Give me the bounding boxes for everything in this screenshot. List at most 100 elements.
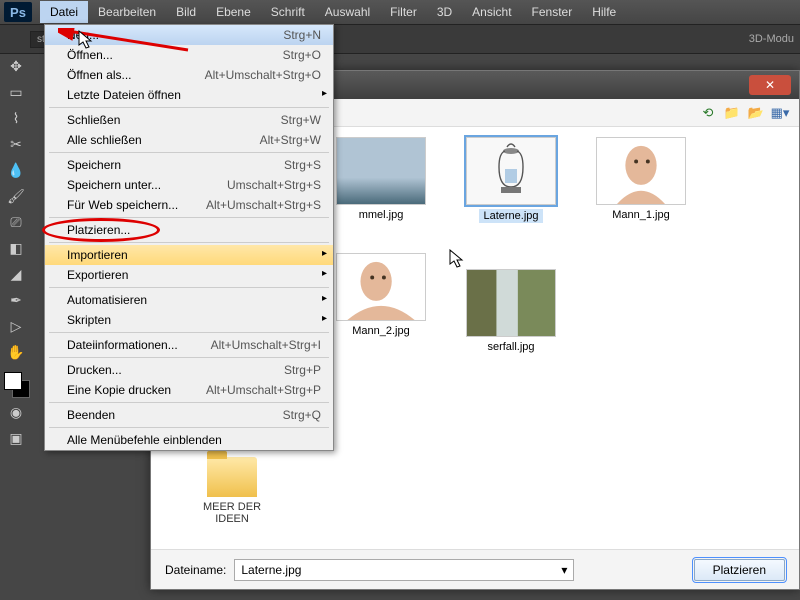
dialog-bottom-bar: Dateiname: Laterne.jpg ▾ Platzieren	[151, 549, 799, 589]
menu-fuer-web-label: Für Web speichern...	[67, 198, 178, 212]
menu-skripten-label: Skripten	[67, 313, 111, 327]
menu-kopie-drucken-label: Eine Kopie drucken	[67, 383, 171, 397]
menu-drucken[interactable]: Drucken... Strg+P	[45, 360, 333, 380]
file-thumbnails: mmel.jpg Laterne.jpg Mann_1.jpg Mann_2.j…	[331, 137, 789, 353]
menu-separator	[49, 427, 329, 428]
menu-ebene[interactable]: Ebene	[206, 1, 261, 23]
menu-schrift[interactable]: Schrift	[261, 1, 315, 23]
menu-kopie-drucken-shortcut: Alt+Umschalt+Strg+P	[206, 383, 321, 397]
path-select-tool-icon[interactable]: ▷	[2, 314, 30, 338]
menu-beenden[interactable]: Beenden Strg+Q	[45, 405, 333, 425]
thumb-mann2-label: Mann_2.jpg	[352, 325, 410, 337]
menu-automatisieren[interactable]: Automatisieren	[45, 290, 333, 310]
thumb-mann1-icon	[596, 137, 686, 205]
menu-separator	[49, 332, 329, 333]
left-tools: ✥ ▭ ⌇ ✂ 💧 🖌 ⎚ ◧ ◢ ✒ ▷ ✋ ◉ ▣	[2, 54, 34, 450]
viewmode-icon[interactable]: ▦▾	[771, 104, 789, 122]
file-himmel[interactable]: mmel.jpg	[331, 137, 431, 223]
menu-separator	[49, 357, 329, 358]
file-laterne[interactable]: Laterne.jpg	[461, 137, 561, 223]
menu-oeffnen-label: Öffnen...	[67, 48, 113, 62]
sidebar-folder-label: MEER DER IDEEN	[187, 501, 277, 525]
menu-fenster[interactable]: Fenster	[522, 1, 583, 23]
menu-drucken-label: Drucken...	[67, 363, 122, 377]
screenmode-icon[interactable]: ▣	[2, 426, 30, 450]
place-button[interactable]: Platzieren	[694, 559, 785, 581]
thumb-himmel-icon	[336, 137, 426, 205]
marquee-tool-icon[interactable]: ▭	[2, 80, 30, 104]
close-button[interactable]: ✕	[749, 75, 791, 95]
menu-separator	[49, 287, 329, 288]
file-wasserfall[interactable]: serfall.jpg	[461, 269, 561, 353]
menu-alle-einblenden-label: Alle Menübefehle einblenden	[67, 433, 222, 447]
menu-schliessen[interactable]: Schließen Strg+W	[45, 110, 333, 130]
menu-oeffnen[interactable]: Öffnen...Strg+O	[45, 45, 333, 65]
menu-speichern-label: Speichern	[67, 158, 121, 172]
menu-alle-schliessen[interactable]: Alle schließenAlt+Strg+W	[45, 130, 333, 150]
menu-speichern[interactable]: SpeichernStrg+S	[45, 155, 333, 175]
app-logo: Ps	[4, 2, 32, 22]
menu-speichern-unter-label: Speichern unter...	[67, 178, 161, 192]
up-icon[interactable]: 📁	[723, 104, 741, 122]
menu-dateiinfo[interactable]: Dateiinformationen...Alt+Umschalt+Strg+I	[45, 335, 333, 355]
mode-3d-label: 3D-Modu	[749, 33, 800, 45]
thumb-himmel-label: mmel.jpg	[359, 209, 404, 221]
menu-oeffnen-als[interactable]: Öffnen als...Alt+Umschalt+Strg+O	[45, 65, 333, 85]
menu-separator	[49, 107, 329, 108]
pen-tool-icon[interactable]: ✒	[2, 288, 30, 312]
brush-tool-icon[interactable]: 🖌	[2, 184, 30, 208]
thumb-laterne-icon	[466, 137, 556, 205]
menu-hilfe[interactable]: Hilfe	[582, 1, 626, 23]
menu-auswahl[interactable]: Auswahl	[315, 1, 380, 23]
menu-ansicht[interactable]: Ansicht	[462, 1, 521, 23]
menu-bearbeiten[interactable]: Bearbeiten	[88, 1, 166, 23]
gradient-tool-icon[interactable]: ◢	[2, 262, 30, 286]
menu-speichern-unter[interactable]: Speichern unter...Umschalt+Strg+S	[45, 175, 333, 195]
lasso-tool-icon[interactable]: ⌇	[2, 106, 30, 130]
close-icon: ✕	[765, 78, 775, 92]
filename-combo[interactable]: Laterne.jpg ▾	[234, 559, 574, 581]
menu-neu[interactable]: Neu...Strg+N	[45, 25, 333, 45]
menu-beenden-shortcut: Strg+Q	[283, 408, 321, 422]
menu-alle-einblenden[interactable]: Alle Menübefehle einblenden	[45, 430, 333, 450]
file-mann1[interactable]: Mann_1.jpg	[591, 137, 691, 223]
menu-platzieren[interactable]: Platzieren...	[45, 220, 333, 240]
menu-skripten[interactable]: Skripten	[45, 310, 333, 330]
quickmask-icon[interactable]: ◉	[2, 400, 30, 424]
menu-datei[interactable]: Datei	[40, 1, 88, 23]
menu-letzte[interactable]: Letzte Dateien öffnen	[45, 85, 333, 105]
menu-filter[interactable]: Filter	[380, 1, 427, 23]
file-mann2[interactable]: Mann_2.jpg	[331, 253, 431, 353]
menu-schliessen-shortcut: Strg+W	[281, 113, 321, 127]
menu-dateiinfo-shortcut: Alt+Umschalt+Strg+I	[211, 338, 321, 352]
menu-fuer-web[interactable]: Für Web speichern...Alt+Umschalt+Strg+S	[45, 195, 333, 215]
hand-tool-icon[interactable]: ✋	[2, 340, 30, 364]
newfolder-icon[interactable]: 📂	[747, 104, 765, 122]
menu-exportieren[interactable]: Exportieren	[45, 265, 333, 285]
thumb-laterne-label: Laterne.jpg	[479, 209, 542, 223]
menu-kopie-drucken[interactable]: Eine Kopie drucken Alt+Umschalt+Strg+P	[45, 380, 333, 400]
menu-separator	[49, 242, 329, 243]
foreground-swatch[interactable]	[4, 372, 22, 390]
menu-separator	[49, 402, 329, 403]
eyedropper-tool-icon[interactable]: 💧	[2, 158, 30, 182]
menu-exportieren-label: Exportieren	[67, 268, 128, 282]
menu-bild[interactable]: Bild	[166, 1, 206, 23]
menu-neu-label: Neu...	[67, 28, 99, 42]
menu-3d[interactable]: 3D	[427, 1, 462, 23]
color-swatches[interactable]	[2, 370, 30, 398]
back-icon[interactable]: ⟲	[699, 104, 717, 122]
move-tool-icon[interactable]: ✥	[2, 54, 30, 78]
filename-value: Laterne.jpg	[241, 563, 301, 577]
menu-importieren[interactable]: Importieren	[45, 245, 333, 265]
menu-beenden-label: Beenden	[67, 408, 115, 422]
stamp-tool-icon[interactable]: ⎚	[2, 210, 30, 234]
folder-icon	[207, 457, 257, 497]
thumb-mann2-icon	[336, 253, 426, 321]
eraser-tool-icon[interactable]: ◧	[2, 236, 30, 260]
menu-schliessen-label: Schließen	[67, 113, 120, 127]
crop-tool-icon[interactable]: ✂	[2, 132, 30, 156]
sidebar-folder[interactable]: MEER DER IDEEN	[187, 457, 277, 525]
menu-drucken-shortcut: Strg+P	[284, 363, 321, 377]
menu-oeffnen-als-shortcut: Alt+Umschalt+Strg+O	[205, 68, 321, 82]
